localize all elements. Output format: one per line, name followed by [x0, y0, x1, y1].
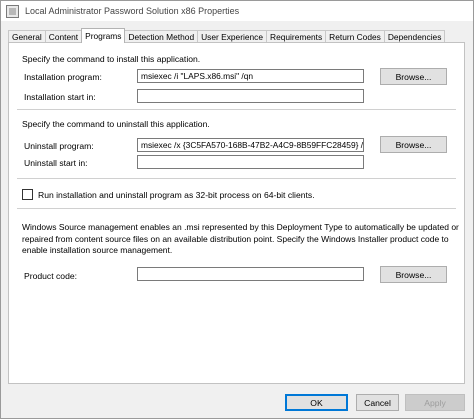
programs-panel: Specify the command to install this appl… [8, 42, 465, 384]
uninstall-start-in-input[interactable] [137, 155, 364, 169]
install-heading: Specify the command to install this appl… [22, 54, 201, 64]
installation-start-in-input[interactable] [137, 89, 364, 103]
uninstall-program-input[interactable]: msiexec /x {3C5FA570-168B-47B2-A4C9-8B59… [137, 138, 364, 152]
section-divider [17, 208, 456, 209]
run-32bit-checkbox[interactable] [22, 189, 33, 200]
uninstall-program-label: Uninstall program: [24, 141, 94, 151]
apply-button[interactable]: Apply [405, 394, 465, 411]
cancel-button[interactable]: Cancel [356, 394, 399, 411]
properties-dialog: Local Administrator Password Solution x8… [0, 0, 474, 419]
product-code-label: Product code: [24, 271, 78, 281]
tab-strip: General Content Programs Detection Metho… [8, 28, 446, 43]
uninstall-start-in-label: Uninstall start in: [24, 158, 88, 168]
product-code-browse-button[interactable]: Browse... [380, 266, 447, 283]
section-divider [17, 109, 456, 110]
product-code-input[interactable] [137, 267, 364, 281]
application-icon [6, 4, 19, 18]
ok-button[interactable]: OK [285, 394, 348, 411]
section-divider [17, 178, 456, 179]
window-title: Local Administrator Password Solution x8… [25, 6, 240, 16]
installation-start-in-label: Installation start in: [24, 92, 96, 102]
uninstall-browse-button[interactable]: Browse... [380, 136, 447, 153]
installation-program-input[interactable]: msiexec /i "LAPS.x86.msi" /qn [137, 69, 364, 83]
title-bar: Local Administrator Password Solution x8… [1, 1, 473, 21]
run-32bit-label: Run installation and uninstall program a… [38, 190, 315, 200]
installation-program-label: Installation program: [24, 72, 102, 82]
source-management-description: Windows Source management enables an .ms… [22, 222, 459, 255]
installation-browse-button[interactable]: Browse... [380, 68, 447, 85]
uninstall-heading: Specify the command to uninstall this ap… [22, 119, 210, 129]
tab-programs[interactable]: Programs [81, 28, 126, 43]
